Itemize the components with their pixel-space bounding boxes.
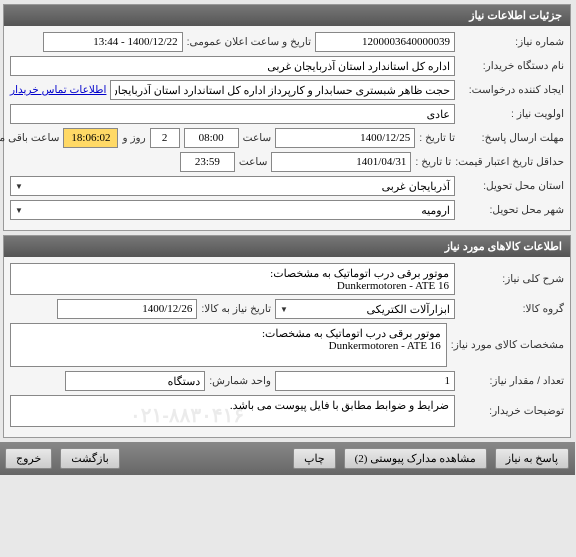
reply-time-input[interactable] [185, 128, 240, 148]
qty-input[interactable] [276, 371, 456, 391]
chevron-down-icon: ▼ [281, 305, 289, 314]
qty-label: تعداد / مقدار نیاز: [460, 375, 565, 387]
need-info-panel: جزئیات اطلاعات نیاز شماره نیاز: تاریخ و … [4, 4, 572, 231]
time-label-1: ساعت [244, 132, 273, 144]
chevron-down-icon: ▼ [16, 182, 24, 191]
buyer-org-label: نام دستگاه خریدار: [460, 60, 565, 72]
general-desc-textarea[interactable] [11, 263, 456, 295]
days-input[interactable] [151, 128, 181, 148]
buyer-org-input[interactable] [11, 56, 456, 76]
unit-label: واحد شمارش: [210, 375, 272, 387]
goods-need-date-input[interactable] [58, 299, 198, 319]
goods-need-date-label: تاریخ نیاز به کالا: [202, 303, 272, 315]
goods-info-panel: اطلاعات کالاهای مورد نیاز شرح کلی نیاز: … [4, 235, 572, 438]
delivery-province-value: آذربایجان غربی [383, 180, 451, 193]
buyer-note-textarea[interactable] [11, 395, 456, 427]
goods-spec-label: مشخصات کالای مورد نیاز: [452, 339, 565, 351]
remaining-time-input [64, 128, 119, 148]
general-desc-label: شرح کلی نیاز: [460, 273, 565, 285]
back-button[interactable]: بازگشت [61, 448, 121, 469]
until-date-label-2: تا تاریخ : [416, 156, 452, 168]
delivery-province-select[interactable]: آذربایجان غربی ▼ [11, 176, 456, 196]
attachments-button[interactable]: مشاهده مدارک پیوستی (2) [345, 448, 488, 469]
until-date-label-1: تا تاریخ : [420, 132, 456, 144]
goods-spec-textarea[interactable] [11, 323, 448, 367]
reply-date-input[interactable] [276, 128, 416, 148]
priority-input[interactable] [11, 104, 456, 124]
goods-group-label: گروه کالا: [460, 303, 565, 315]
price-validity-label: حداقل تاریخ اعتبار قیمت: [456, 156, 565, 168]
need-number-label: شماره نیاز: [460, 36, 565, 48]
reply-button[interactable]: پاسخ به نیاز [496, 448, 570, 469]
print-button[interactable]: چاپ [294, 448, 337, 469]
exit-button[interactable]: خروج [6, 448, 53, 469]
price-date-input[interactable] [272, 152, 412, 172]
delivery-city-value: ارومیه [422, 204, 451, 217]
buyer-contact-link[interactable]: اطلاعات تماس خریدار [11, 84, 107, 96]
creator-input[interactable] [111, 80, 456, 100]
priority-label: اولویت نیاز : [460, 108, 565, 120]
remaining-label: ساعت باقی مانده [0, 132, 60, 144]
reply-deadline-label: مهلت ارسال پاسخ: [460, 132, 565, 144]
goods-group-value: ابزارآلات الکتریکی [368, 303, 451, 316]
need-number-input[interactable] [316, 32, 456, 52]
goods-info-header: اطلاعات کالاهای مورد نیاز [5, 236, 571, 257]
delivery-city-label: شهر محل تحویل: [460, 204, 565, 216]
need-info-header: جزئیات اطلاعات نیاز [5, 5, 571, 26]
goods-info-body: شرح کلی نیاز: گروه کالا: ابزارآلات الکتر… [5, 257, 571, 437]
price-time-input[interactable] [181, 152, 236, 172]
footer-toolbar: پاسخ به نیاز مشاهده مدارک پیوستی (2) چاپ… [0, 442, 576, 475]
delivery-province-label: استان محل تحویل: [460, 180, 565, 192]
chevron-down-icon: ▼ [16, 206, 24, 215]
days-and-label: روز و [123, 132, 146, 144]
time-label-2: ساعت [240, 156, 269, 168]
goods-group-select[interactable]: ابزارآلات الکتریکی ▼ [276, 299, 456, 319]
announce-datetime-label: تاریخ و ساعت اعلان عمومی: [188, 36, 312, 48]
need-info-body: شماره نیاز: تاریخ و ساعت اعلان عمومی: نا… [5, 26, 571, 230]
unit-input[interactable] [66, 371, 206, 391]
buyer-note-label: توضیحات خریدار: [460, 405, 565, 417]
announce-datetime-input[interactable] [44, 32, 184, 52]
creator-label: ایجاد کننده درخواست: [460, 84, 565, 96]
delivery-city-select[interactable]: ارومیه ▼ [11, 200, 456, 220]
